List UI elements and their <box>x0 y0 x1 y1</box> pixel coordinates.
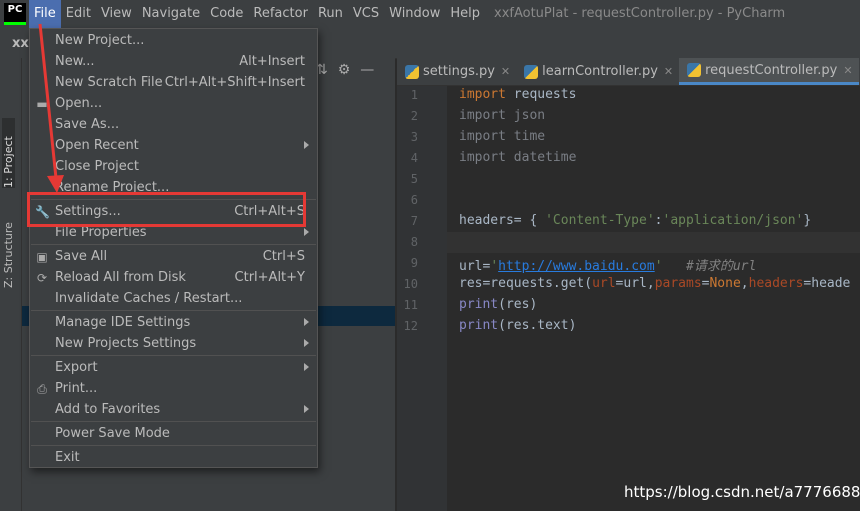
watermark-text: https://blog.csdn.net/a77766888 <box>624 483 860 501</box>
annotation-arrow <box>38 23 64 193</box>
